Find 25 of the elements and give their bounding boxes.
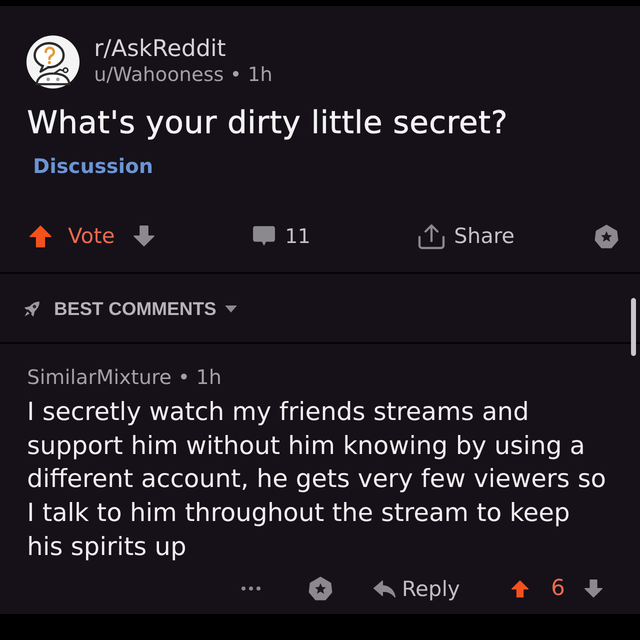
scrollbar[interactable] bbox=[631, 298, 636, 356]
post-byline: u/Wahooness • 1h bbox=[94, 63, 272, 87]
avatar-icon[interactable] bbox=[26, 35, 80, 89]
comment-bubble-icon bbox=[252, 225, 276, 247]
comment-body: I secretly watch my friends streams and support him without him knowing by using a different account, he gets very few viewers so I talk to him throughout the stream to keep his spirits up bbox=[27, 396, 608, 563]
share-icon bbox=[417, 222, 446, 250]
caret-down-icon bbox=[224, 305, 238, 313]
comment-meta: SimilarMixture • 1h bbox=[27, 365, 222, 389]
downvote-arrow-icon[interactable] bbox=[132, 225, 155, 247]
share-button[interactable]: Share bbox=[417, 222, 515, 250]
post-title: What's your dirty little secret? bbox=[27, 105, 508, 141]
more-options-icon[interactable] bbox=[240, 586, 261, 592]
reply-arrow-icon bbox=[372, 580, 396, 598]
subreddit-link[interactable]: r/AskReddit bbox=[94, 36, 226, 62]
downvote-arrow-icon[interactable] bbox=[584, 579, 603, 598]
comment-score: 6 bbox=[551, 576, 565, 602]
vote-label: Vote bbox=[68, 223, 115, 250]
sort-dropdown[interactable]: BEST COMMENTS bbox=[20, 296, 238, 322]
reply-button[interactable]: Reply bbox=[372, 576, 460, 602]
award-icon[interactable] bbox=[594, 224, 619, 248]
award-icon[interactable] bbox=[308, 576, 333, 602]
comments-button[interactable]: 11 bbox=[252, 222, 310, 250]
upvote-arrow-icon[interactable] bbox=[511, 580, 529, 598]
upvote-arrow-icon[interactable] bbox=[29, 224, 52, 248]
flair-tag[interactable]: Discussion bbox=[33, 153, 154, 179]
